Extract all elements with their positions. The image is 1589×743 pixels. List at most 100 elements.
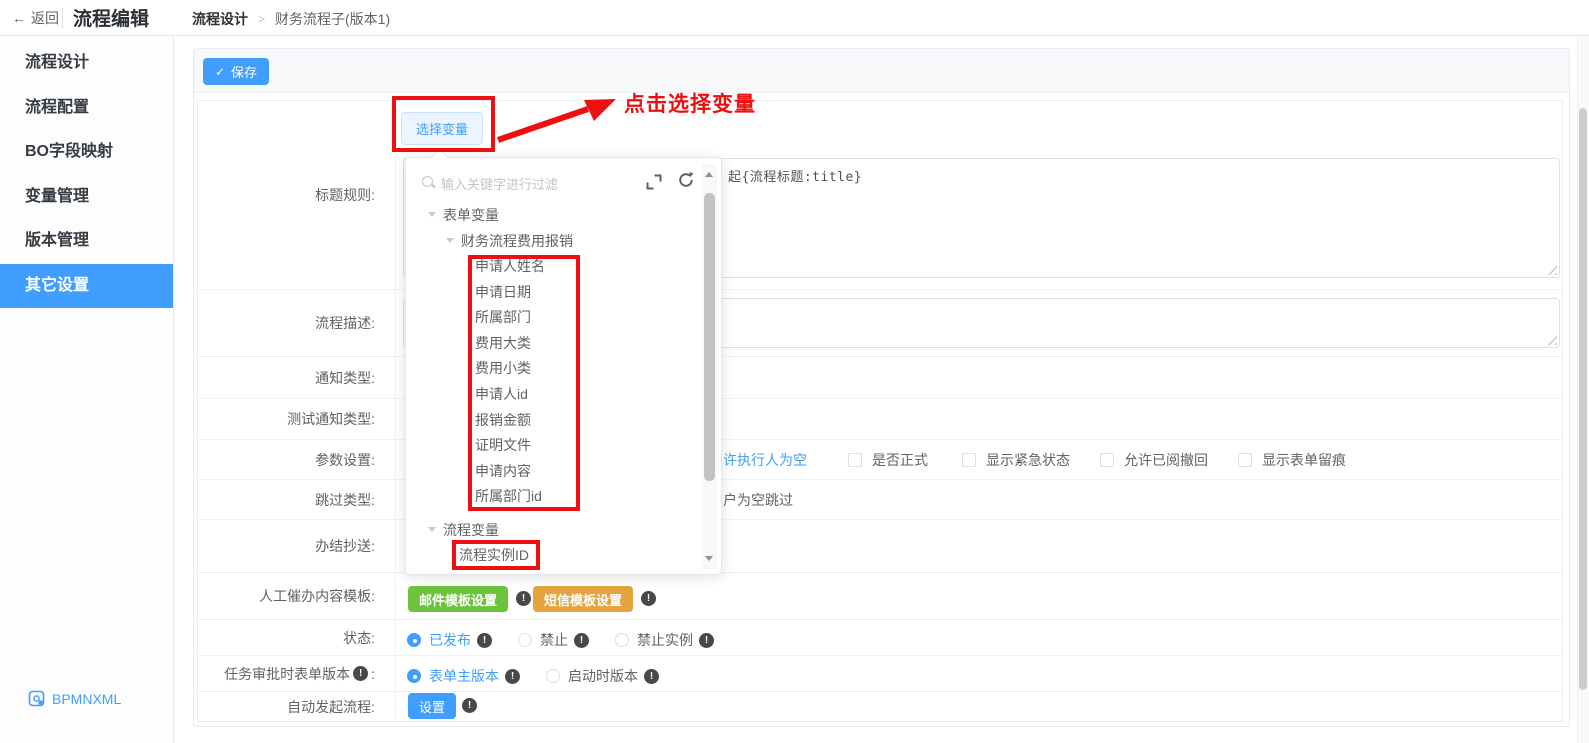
info-icon[interactable] <box>516 591 531 606</box>
row-auto-start: 自动发起流程: 设置 <box>197 692 1563 722</box>
textarea-resize-handle[interactable] <box>1546 334 1557 345</box>
select-variable-button[interactable]: 选择变量 <box>401 112 483 145</box>
row-notify-type: 通知类型: <box>197 357 1563 399</box>
field-label: 标题规则: <box>315 186 375 203</box>
form-variable-list: 申请人姓名 申请日期 所属部门 费用大类 费用小类 申请人id 报销金额 证明文件 申请内容 所属… <box>475 254 545 510</box>
checkbox-icon[interactable] <box>848 452 862 467</box>
field-label-colon: : <box>371 665 375 682</box>
tree-leaf-variable[interactable]: 申请人姓名 <box>475 254 545 280</box>
row-manual-urge-template: 人工催办内容模板: 邮件模板设置 短信模板设置 <box>197 573 1563 620</box>
radio-icon[interactable] <box>407 633 421 647</box>
process-edit-page: ← 返回 流程编辑 流程设计 > 财务流程子(版本1) 流程设计 流程配置 BO字段… <box>0 0 1589 743</box>
tree-leaf-variable[interactable]: 费用小类 <box>475 356 545 382</box>
info-icon[interactable] <box>644 668 659 684</box>
textarea-resize-handle[interactable] <box>1546 264 1557 275</box>
radio-label: 表单主版本 <box>429 668 499 684</box>
breadcrumb: 流程设计 > 财务流程子(版本1) <box>192 9 390 29</box>
field-label: 跳过类型: <box>315 491 375 508</box>
email-template-button[interactable]: 邮件模板设置 <box>408 586 508 612</box>
radio-label: 禁止实例 <box>637 632 693 648</box>
caret-down-icon[interactable] <box>428 527 436 532</box>
checkbox-icon[interactable] <box>962 452 976 467</box>
sidebar-item[interactable]: 版本管理 <box>0 219 173 264</box>
checkbox-icon[interactable] <box>1100 452 1114 467</box>
title-rule-value: 起{流程标题:title} <box>728 170 863 185</box>
scroll-up-icon[interactable] <box>705 172 713 177</box>
page-title: 流程编辑 <box>73 9 150 30</box>
checkbox-label: 允许已阅撤回 <box>1124 451 1208 468</box>
radio-icon[interactable] <box>546 669 560 683</box>
row-status: 状态: 已发布 禁止 禁止实例 <box>197 620 1563 656</box>
info-icon[interactable] <box>641 591 656 606</box>
checkbox-icon[interactable] <box>1238 452 1252 467</box>
param-checkbox[interactable]: 显示表单留痕 <box>1238 440 1346 479</box>
info-icon[interactable] <box>462 698 477 713</box>
tree-leaf-variable[interactable]: 申请日期 <box>475 280 545 306</box>
checkbox-label: 显示紧急状态 <box>986 451 1070 468</box>
tree-node-process-vars[interactable]: 流程变量 <box>443 517 499 543</box>
row-param-setting: 参数设置: 许执行人为空 是否正式 显示紧急状态 允许已阅撤回 显示表单留痕 <box>197 440 1563 480</box>
status-radio-group: 已发布 禁止 禁止实例 <box>407 630 740 650</box>
tree-node-expense-form[interactable]: 财务流程费用报销 <box>461 228 573 254</box>
row-finish-cc: 办结抄送: <box>197 520 1563 573</box>
back-button[interactable]: ← 返回 <box>12 8 59 28</box>
field-label: 任务审批时表单版本 : <box>197 656 385 691</box>
search-input[interactable]: 输入关键字进行过滤 <box>441 174 558 193</box>
radio-label: 禁止 <box>540 632 568 648</box>
info-icon[interactable] <box>477 632 492 648</box>
page-scrollbar-thumb[interactable] <box>1579 108 1587 690</box>
version-radio-group: 表单主版本 启动时版本 <box>407 666 685 686</box>
refresh-icon[interactable] <box>677 171 695 189</box>
row-description: 流程描述: <box>197 290 1563 357</box>
sidebar-item[interactable]: 流程配置 <box>0 86 173 131</box>
collapse-all-icon[interactable] <box>646 174 662 190</box>
caret-down-icon[interactable] <box>428 212 436 217</box>
radio-icon[interactable] <box>518 633 532 647</box>
tree-leaf-variable[interactable]: 证明文件 <box>475 433 545 459</box>
tree-leaf-variable[interactable]: 申请内容 <box>475 459 545 485</box>
auto-start-set-button[interactable]: 设置 <box>408 693 456 719</box>
annotation-text: 点击选择变量 <box>624 93 756 116</box>
info-icon[interactable] <box>353 666 369 681</box>
row-task-form-version: 任务审批时表单版本 : 表单主版本 启动时版本 <box>197 656 1563 692</box>
tree-leaf-variable[interactable]: 流程实例ID <box>459 543 529 569</box>
status-radio-option[interactable]: 已发布 <box>407 630 492 650</box>
version-radio-option[interactable]: 启动时版本 <box>546 666 659 686</box>
sidebar-item[interactable]: 流程设计 <box>0 41 173 86</box>
row-skip-type: 跳过类型: 户为空跳过 <box>197 480 1563 520</box>
tree-node-form-vars[interactable]: 表单变量 <box>443 202 499 228</box>
checkbox-label: 是否正式 <box>872 451 928 468</box>
process-variable-list: 流程实例ID <box>459 543 529 569</box>
status-radio-option[interactable]: 禁止 <box>518 630 589 650</box>
param-checkbox[interactable]: 是否正式 <box>848 440 928 479</box>
scroll-down-icon[interactable] <box>705 556 713 561</box>
save-button[interactable]: 保存 <box>203 58 269 85</box>
info-icon[interactable] <box>574 632 589 648</box>
field-label-text: 任务审批时表单版本 <box>224 665 351 682</box>
popup-scrollbar-thumb[interactable] <box>704 193 715 481</box>
param-checkbox[interactable]: 允许已阅撤回 <box>1100 440 1208 479</box>
sms-template-button[interactable]: 短信模板设置 <box>533 586 633 612</box>
sidebar-item[interactable]: 其它设置 <box>0 263 173 308</box>
sidebar-item[interactable]: BO字段映射 <box>0 130 173 175</box>
status-radio-option[interactable]: 禁止实例 <box>615 630 714 650</box>
sidebar: 流程设计 流程配置 BO字段映射 变量管理 版本管理 其它设置 BPMNXML <box>0 0 174 743</box>
tree-leaf-variable[interactable]: 所属部门 <box>475 305 545 331</box>
radio-icon[interactable] <box>407 669 421 683</box>
tree-leaf-variable[interactable]: 报销金额 <box>475 408 545 434</box>
field-label: 人工催办内容模板: <box>259 588 375 604</box>
param-checkbox[interactable]: 显示紧急状态 <box>962 440 1070 479</box>
checkbox-label: 显示表单留痕 <box>1262 451 1346 468</box>
tree-leaf-variable[interactable]: 所属部门id <box>475 484 545 510</box>
bpmnxml-link[interactable]: BPMNXML <box>28 690 121 707</box>
caret-down-icon[interactable] <box>446 238 454 243</box>
info-icon[interactable] <box>505 668 520 684</box>
version-radio-option[interactable]: 表单主版本 <box>407 666 520 686</box>
breadcrumb-root[interactable]: 流程设计 <box>192 9 248 29</box>
tree-leaf-variable[interactable]: 费用大类 <box>475 331 545 357</box>
sidebar-item[interactable]: 变量管理 <box>0 175 173 220</box>
tree-leaf-variable[interactable]: 申请人id <box>475 382 545 408</box>
info-icon[interactable] <box>699 632 714 648</box>
breadcrumb-current: 财务流程子(版本1) <box>275 11 391 27</box>
radio-icon[interactable] <box>615 633 629 647</box>
